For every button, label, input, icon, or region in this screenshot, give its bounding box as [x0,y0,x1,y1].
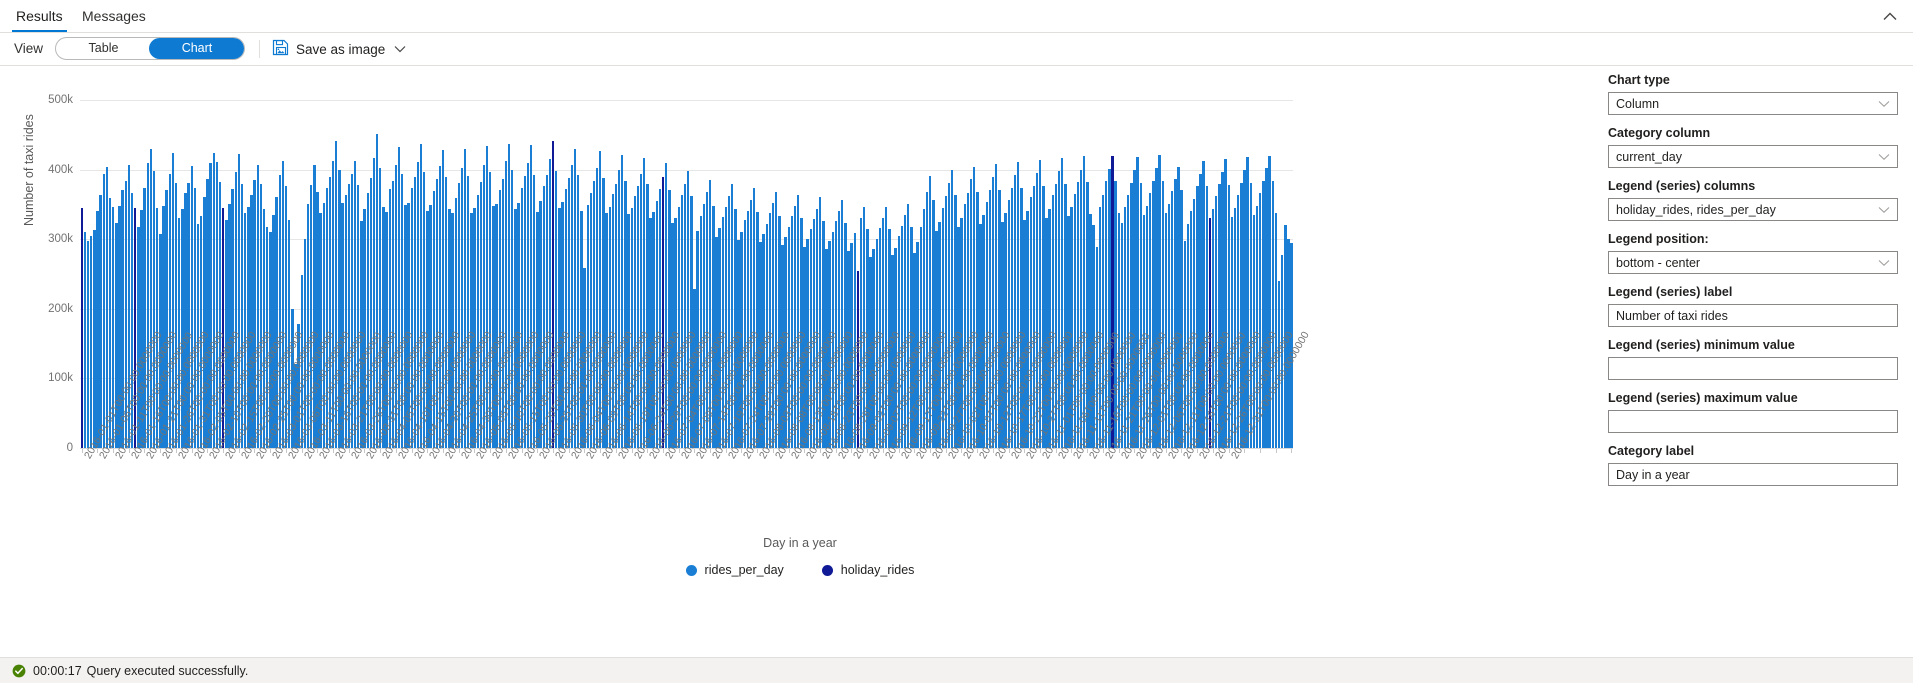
chevron-down-icon[interactable] [394,45,406,53]
y-axis-tick-label: 300k [21,233,73,245]
category-label-input[interactable]: Day in a year [1608,463,1898,486]
chart-bar[interactable] [81,208,83,448]
x-axis-ticks: 2016-01-01T00:00:00.00000002016-01-06T00… [80,449,1293,509]
chevron-down-icon[interactable] [1878,153,1890,161]
results-tabstrip: Results Messages [0,0,1913,33]
save-image-icon [272,39,289,59]
settings-field-legend-series-min: Legend (series) minimum value [1608,337,1898,380]
tab-messages[interactable]: Messages [78,0,150,32]
settings-field-category-column: Category column current_day [1608,125,1898,168]
chart-command-bar: View Table Chart Save as image [0,33,1913,66]
settings-field-category-label: Category label Day in a year [1608,443,1898,486]
tab-messages-label: Messages [82,8,146,24]
category-column-dropdown[interactable]: current_day [1608,145,1898,168]
chart-settings-panel: Chart type Column Category column current_d… [1608,72,1898,496]
legend-position-dropdown[interactable]: bottom - center [1608,251,1898,274]
chevron-down-icon[interactable] [1878,100,1890,108]
category-column-value: current_day [1609,150,1682,164]
x-axis-title: Day in a year [0,536,1600,550]
tab-results[interactable]: Results [12,0,67,32]
x-axis-tick-mark [1276,449,1277,453]
view-mode-toggle[interactable]: Table Chart [55,37,245,60]
view-mode-table[interactable]: Table [56,38,151,59]
chevron-down-icon[interactable] [1878,206,1890,214]
view-mode-chart[interactable]: Chart [149,38,245,59]
legend-series-columns-dropdown[interactable]: holiday_rides, rides_per_day [1608,198,1898,221]
x-axis-tick-mark [1260,449,1261,453]
save-as-image-label: Save as image [296,42,385,57]
legend-item[interactable]: rides_per_day [686,563,784,577]
legend-position-label: Legend position: [1608,231,1898,247]
status-message: Query executed successfully. [87,664,249,678]
legend-series-columns-value: holiday_rides, rides_per_day [1609,203,1776,217]
legend-label: rides_per_day [705,563,784,577]
legend-series-min-input[interactable] [1608,357,1898,380]
legend-series-label-label: Legend (series) label [1608,284,1898,300]
legend-position-value: bottom - center [1609,256,1700,270]
toolbar-divider [259,40,260,58]
legend-label: holiday_rides [841,563,915,577]
legend-color-swatch [686,565,697,576]
y-axis-ticks: 0 100k 200k 300k 400k 500k [0,66,73,670]
chart-type-label: Chart type [1608,72,1898,88]
save-as-image-button[interactable]: Save as image [268,37,410,61]
y-axis-tick-label: 0 [21,442,73,454]
legend-series-max-input[interactable] [1608,410,1898,433]
view-mode-table-label: Table [89,41,119,55]
chart-bar[interactable] [99,195,101,448]
chart-legend: rides_per_day holiday_rides [0,563,1600,577]
chevron-down-icon[interactable] [1878,259,1890,267]
chevron-up-icon [1883,12,1897,21]
legend-series-max-label: Legend (series) maximum value [1608,390,1898,406]
status-duration: 00:00:17 [33,664,82,678]
chart-type-value: Column [1609,97,1659,111]
chart-type-dropdown[interactable]: Column [1608,92,1898,115]
y-axis-tick-label: 200k [21,303,73,315]
y-axis-tick-label: 400k [21,164,73,176]
category-label-value: Day in a year [1609,468,1690,482]
chart-bar[interactable] [90,236,92,448]
y-axis-tick-label: 100k [21,372,73,384]
collapse-panel-button[interactable] [1875,2,1905,30]
chart-bar[interactable] [1275,213,1277,448]
chart-bar[interactable] [106,167,108,448]
chart-bar[interactable] [96,211,98,448]
chart-bar[interactable] [87,241,89,448]
legend-series-label-input[interactable]: Number of taxi rides [1608,304,1898,327]
settings-field-legend-series-columns: Legend (series) columns holiday_rides, ri… [1608,178,1898,221]
legend-series-label-value: Number of taxi rides [1609,309,1728,323]
settings-field-legend-position: Legend position: bottom - center [1608,231,1898,274]
x-axis-tick-mark [1291,449,1292,453]
chart-pane: Number of taxi rides 0100k200k300k400k50… [0,66,1600,670]
x-axis-tick-mark [1244,449,1245,453]
view-label: View [14,41,43,56]
legend-series-min-label: Legend (series) minimum value [1608,337,1898,353]
legend-series-columns-label: Legend (series) columns [1608,178,1898,194]
chart-bar[interactable] [1272,181,1274,448]
chart-bar[interactable] [84,232,86,448]
chart-bar[interactable] [103,174,105,448]
settings-field-legend-series-label: Legend (series) label Number of taxi ride… [1608,284,1898,327]
success-check-icon [12,664,26,678]
settings-field-legend-series-max: Legend (series) maximum value [1608,390,1898,433]
chart-bar[interactable] [93,230,95,448]
tab-results-label: Results [16,8,63,24]
settings-field-chart-type: Chart type Column [1608,72,1898,115]
view-mode-chart-label: Chart [182,41,213,55]
status-bar: 00:00:17 Query executed successfully. [0,657,1913,683]
y-axis-tick-label: 500k [21,94,73,106]
category-label-label: Category label [1608,443,1898,459]
category-column-label: Category column [1608,125,1898,141]
legend-color-swatch [822,565,833,576]
legend-item[interactable]: holiday_rides [822,563,915,577]
